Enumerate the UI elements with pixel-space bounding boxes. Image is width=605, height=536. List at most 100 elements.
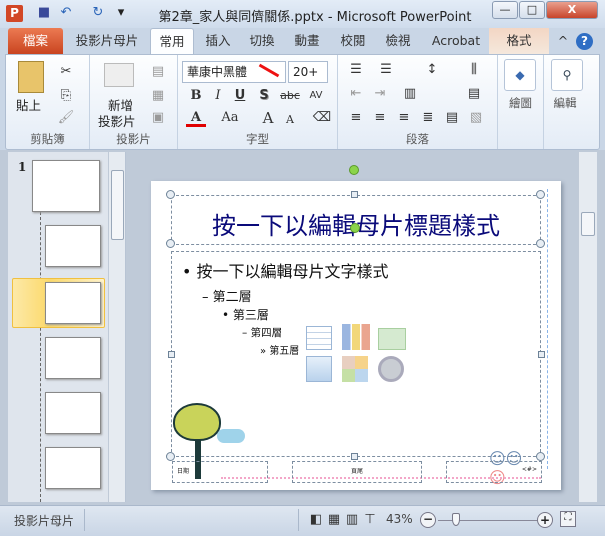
rotation-handle[interactable] (349, 165, 359, 175)
drawing-shapes-icon[interactable]: ◆ (504, 59, 536, 91)
insert-media-icon[interactable] (378, 356, 404, 382)
justify-icon[interactable]: ≣ (418, 109, 438, 127)
zoom-level[interactable]: 43% (386, 512, 413, 526)
cut-icon[interactable]: ✂ (56, 63, 76, 81)
fit-to-window-icon[interactable]: ⛶ (560, 511, 576, 527)
numbering-icon[interactable]: ☰ (376, 61, 396, 79)
tab-file[interactable]: 檔案 (8, 28, 63, 54)
collapse-ribbon-icon[interactable]: ^ (555, 28, 571, 54)
insert-table-icon[interactable] (306, 326, 332, 350)
group-drawing[interactable]: ◆ 繪圖 (498, 55, 544, 149)
thumbnail-layout-selected[interactable] (45, 282, 101, 324)
thumbnail-layout[interactable] (45, 337, 101, 379)
title-placeholder[interactable]: 按一下以編輯母片標題樣式 (171, 195, 541, 245)
bullets-icon[interactable]: ☰ (346, 61, 366, 79)
minimize-button[interactable]: — (492, 1, 518, 19)
thumbnail-scrollbar[interactable] (108, 152, 125, 502)
tab-format[interactable]: 格式 (489, 28, 549, 54)
powerpoint-app-icon[interactable]: P (6, 5, 23, 22)
scroll-thumb[interactable] (111, 170, 124, 240)
underline-button[interactable]: U (230, 87, 250, 105)
footer-placeholder[interactable]: 頁尾 (292, 461, 422, 483)
resize-handle[interactable] (538, 351, 545, 358)
paste-button[interactable]: 貼上 (16, 95, 41, 114)
resize-handle[interactable] (536, 190, 545, 199)
character-spacing-button[interactable]: AV (306, 87, 326, 105)
help-icon[interactable]: ? (576, 33, 593, 50)
tab-review[interactable]: 校閱 (333, 28, 373, 54)
reset-icon[interactable]: ▦ (148, 87, 168, 105)
reading-view-icon[interactable]: ▥ (342, 511, 362, 529)
scroll-thumb[interactable] (581, 212, 595, 236)
clear-formatting-icon[interactable]: ⌫ (312, 109, 332, 127)
italic-button[interactable]: I (208, 87, 228, 105)
normal-view-icon[interactable]: ◧ (306, 511, 326, 529)
resize-handle[interactable] (351, 453, 358, 460)
font-color-button[interactable]: A (186, 109, 206, 127)
new-slide-button[interactable]: 投影片 (98, 111, 136, 130)
font-size-combobox[interactable]: 20+ (288, 61, 328, 83)
bold-button[interactable]: B (186, 87, 206, 105)
slide-sorter-icon[interactable]: ▦ (324, 511, 344, 529)
strikethrough-button[interactable]: abc (276, 87, 304, 105)
distributed-icon[interactable]: ▤ (442, 109, 462, 127)
thumbnail-master[interactable] (32, 160, 100, 212)
slide-number-placeholder[interactable]: <#> (446, 461, 542, 483)
tab-insert[interactable]: 插入 (198, 28, 238, 54)
slide-show-icon[interactable]: ⊤ (360, 511, 380, 529)
editing-button[interactable]: 編輯 (544, 95, 586, 111)
line-spacing-icon[interactable]: ↕ (422, 61, 442, 79)
level-4-text[interactable]: 第四層 (251, 327, 283, 339)
customize-qat-icon[interactable]: ▾ (113, 5, 129, 21)
increase-indent-icon[interactable]: ⇥ (370, 85, 390, 103)
level-2-text[interactable]: 第二層 (213, 290, 252, 305)
maximize-button[interactable]: □ (519, 1, 545, 19)
tab-transitions[interactable]: 切換 (242, 28, 282, 54)
new-slide-icon[interactable] (104, 63, 134, 87)
find-binoculars-icon[interactable]: ⚲ (551, 59, 583, 91)
date-placeholder[interactable]: 日期 (172, 461, 268, 483)
align-left-icon[interactable]: ≡ (346, 109, 366, 127)
resize-handle[interactable] (166, 239, 175, 248)
align-text-icon[interactable]: ▤ (464, 85, 484, 103)
slide-master-canvas[interactable]: 按一下以編輯母片標題樣式 • 按一下以編輯母片文字樣式 – 第二層 • 第三層 … (151, 165, 561, 490)
grow-font-button[interactable]: A (258, 109, 278, 127)
tab-animations[interactable]: 動畫 (287, 28, 327, 54)
rotation-handle[interactable] (350, 223, 360, 233)
smartart-icon[interactable]: ▧ (466, 109, 486, 127)
close-button[interactable]: X (546, 1, 598, 19)
thumbnail-layout[interactable] (45, 392, 101, 434)
zoom-out-button[interactable]: − (420, 512, 436, 528)
tab-acrobat[interactable]: Acrobat (426, 28, 486, 54)
layout-icon[interactable]: ▤ (148, 63, 168, 81)
tab-home[interactable]: 常用 (150, 28, 194, 55)
save-icon[interactable]: ■ (36, 5, 52, 21)
body-placeholder[interactable]: • 按一下以編輯母片文字樣式 – 第二層 • 第三層 – 第四層 » 第五層 (171, 251, 541, 457)
resize-handle[interactable] (536, 239, 545, 248)
insert-clip-art-icon[interactable] (342, 356, 368, 382)
level-3-text[interactable]: 第三層 (233, 308, 269, 322)
change-case-button[interactable]: Aa (218, 109, 242, 127)
slide-scrollbar[interactable] (578, 152, 597, 502)
undo-icon[interactable]: ↶ (58, 5, 74, 21)
shadow-button[interactable]: S (254, 87, 274, 105)
section-icon[interactable]: ▣ (148, 109, 168, 127)
resize-handle[interactable] (351, 191, 358, 198)
resize-handle[interactable] (166, 452, 175, 461)
insert-picture-icon[interactable] (306, 356, 332, 382)
align-right-icon[interactable]: ≡ (394, 109, 414, 127)
tab-slide-master[interactable]: 投影片母片 (70, 28, 144, 54)
zoom-slider-thumb[interactable] (452, 513, 461, 526)
insert-chart-icon[interactable] (342, 324, 370, 350)
redo-icon[interactable]: ↻ (90, 5, 106, 21)
align-center-icon[interactable]: ≡ (370, 109, 390, 127)
level-5-text[interactable]: 第五層 (269, 346, 299, 357)
zoom-in-button[interactable]: + (537, 512, 553, 528)
group-editing[interactable]: ⚲ 編輯 (544, 55, 600, 149)
shrink-font-button[interactable]: A (280, 111, 300, 129)
decrease-indent-icon[interactable]: ⇤ (346, 85, 366, 103)
format-painter-icon[interactable]: 🖌 (56, 109, 76, 127)
resize-handle[interactable] (166, 190, 175, 199)
text-direction-icon[interactable]: ⫼ (464, 61, 484, 79)
drawing-button[interactable]: 繪圖 (498, 95, 543, 111)
